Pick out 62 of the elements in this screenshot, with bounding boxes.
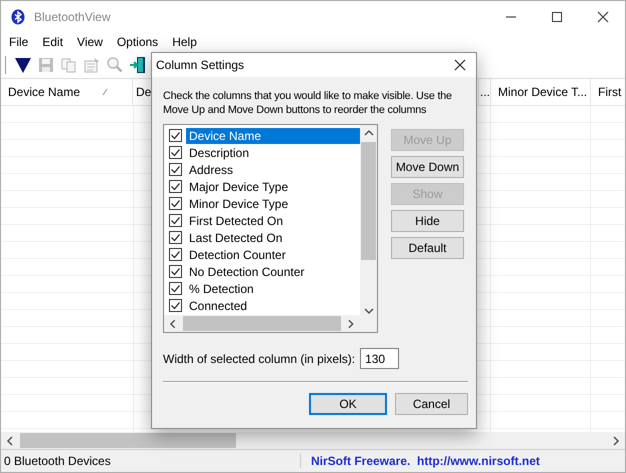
column-header[interactable]: First — [591, 79, 625, 105]
menu-item[interactable]: Options — [116, 34, 158, 48]
triangle-icon[interactable] — [14, 56, 32, 74]
list-item[interactable]: Device Name — [186, 128, 360, 144]
list-item[interactable]: First Detected On — [186, 212, 360, 228]
list-item[interactable]: Address — [186, 162, 360, 178]
checkbox[interactable] — [169, 214, 182, 227]
list-item[interactable]: Detection Counter — [186, 246, 360, 262]
side-button[interactable]: Hide — [391, 210, 464, 232]
list-item[interactable]: Minor Device Type — [186, 196, 360, 212]
ok-button[interactable]: OK — [309, 393, 387, 415]
column-label: First — [598, 85, 622, 99]
menu-item[interactable]: File — [9, 34, 28, 48]
list-item[interactable]: Connected — [186, 298, 360, 314]
column-label: Minor Device T... — [498, 85, 588, 99]
checkbox[interactable] — [169, 248, 182, 261]
menu-item[interactable]: View — [77, 34, 103, 48]
side-button[interactable]: Default — [391, 237, 464, 259]
list-item[interactable]: Major Device Type — [186, 178, 360, 194]
checkbox[interactable] — [169, 197, 182, 210]
checkbox[interactable] — [169, 231, 182, 244]
close-icon[interactable] — [454, 59, 466, 71]
width-label: Width of selected column (in pixels): — [163, 352, 356, 366]
menu-item[interactable]: Help — [172, 34, 197, 48]
horizontal-scrollbar[interactable] — [1, 432, 625, 449]
scroll-left-icon[interactable] — [169, 318, 177, 328]
side-button[interactable]: Move Down — [391, 156, 464, 178]
menu-item[interactable]: Edit — [42, 34, 64, 48]
status-text: 0 Bluetooth Devices — [1, 454, 301, 468]
column-header[interactable]: Minor Device T... — [491, 79, 591, 105]
window-title: BluetoothView — [34, 10, 112, 24]
checkbox[interactable] — [169, 180, 182, 193]
column-header[interactable]: Device Name — [1, 79, 133, 105]
door-arrow-icon[interactable] — [129, 56, 147, 74]
dialog-title: Column Settings — [156, 58, 244, 72]
checkbox[interactable] — [169, 146, 182, 159]
instructions-text: Check the columns that you would like to make visible. Use the Move Up and Move Down buttons to reorder the columns — [163, 89, 453, 117]
scroll-left-icon[interactable] — [6, 436, 14, 446]
list-item[interactable]: No Detection Counter — [186, 264, 360, 280]
close-icon[interactable] — [597, 10, 609, 22]
column-label: Device Name — [8, 85, 80, 99]
column-label: ... — [480, 85, 490, 99]
cancel-button[interactable]: Cancel — [395, 393, 468, 415]
width-field[interactable]: 130 — [360, 348, 400, 369]
list-item[interactable]: % Detection — [186, 280, 360, 296]
scroll-down-icon[interactable] — [364, 307, 374, 315]
checkbox[interactable] — [169, 163, 182, 176]
checkbox[interactable] — [169, 129, 182, 142]
checkbox[interactable] — [169, 265, 182, 278]
scroll-up-icon[interactable] — [364, 129, 374, 137]
column-label: De — [136, 85, 152, 99]
bluetooth-icon — [10, 8, 26, 24]
credit-link[interactable]: NirSoft Freeware. http://www.nirsoft.net — [301, 454, 540, 468]
checkbox[interactable] — [169, 299, 182, 312]
maximize-icon[interactable] — [551, 10, 563, 22]
list-item[interactable]: Last Detected On — [186, 230, 360, 246]
checkbox[interactable] — [169, 282, 182, 295]
scroll-right-icon[interactable] — [347, 318, 355, 328]
column-header[interactable]: ... — [479, 79, 491, 105]
vertical-scrollbar[interactable] — [360, 125, 377, 315]
scroll-right-icon[interactable] — [612, 436, 620, 446]
list-item[interactable]: Description — [186, 144, 360, 160]
